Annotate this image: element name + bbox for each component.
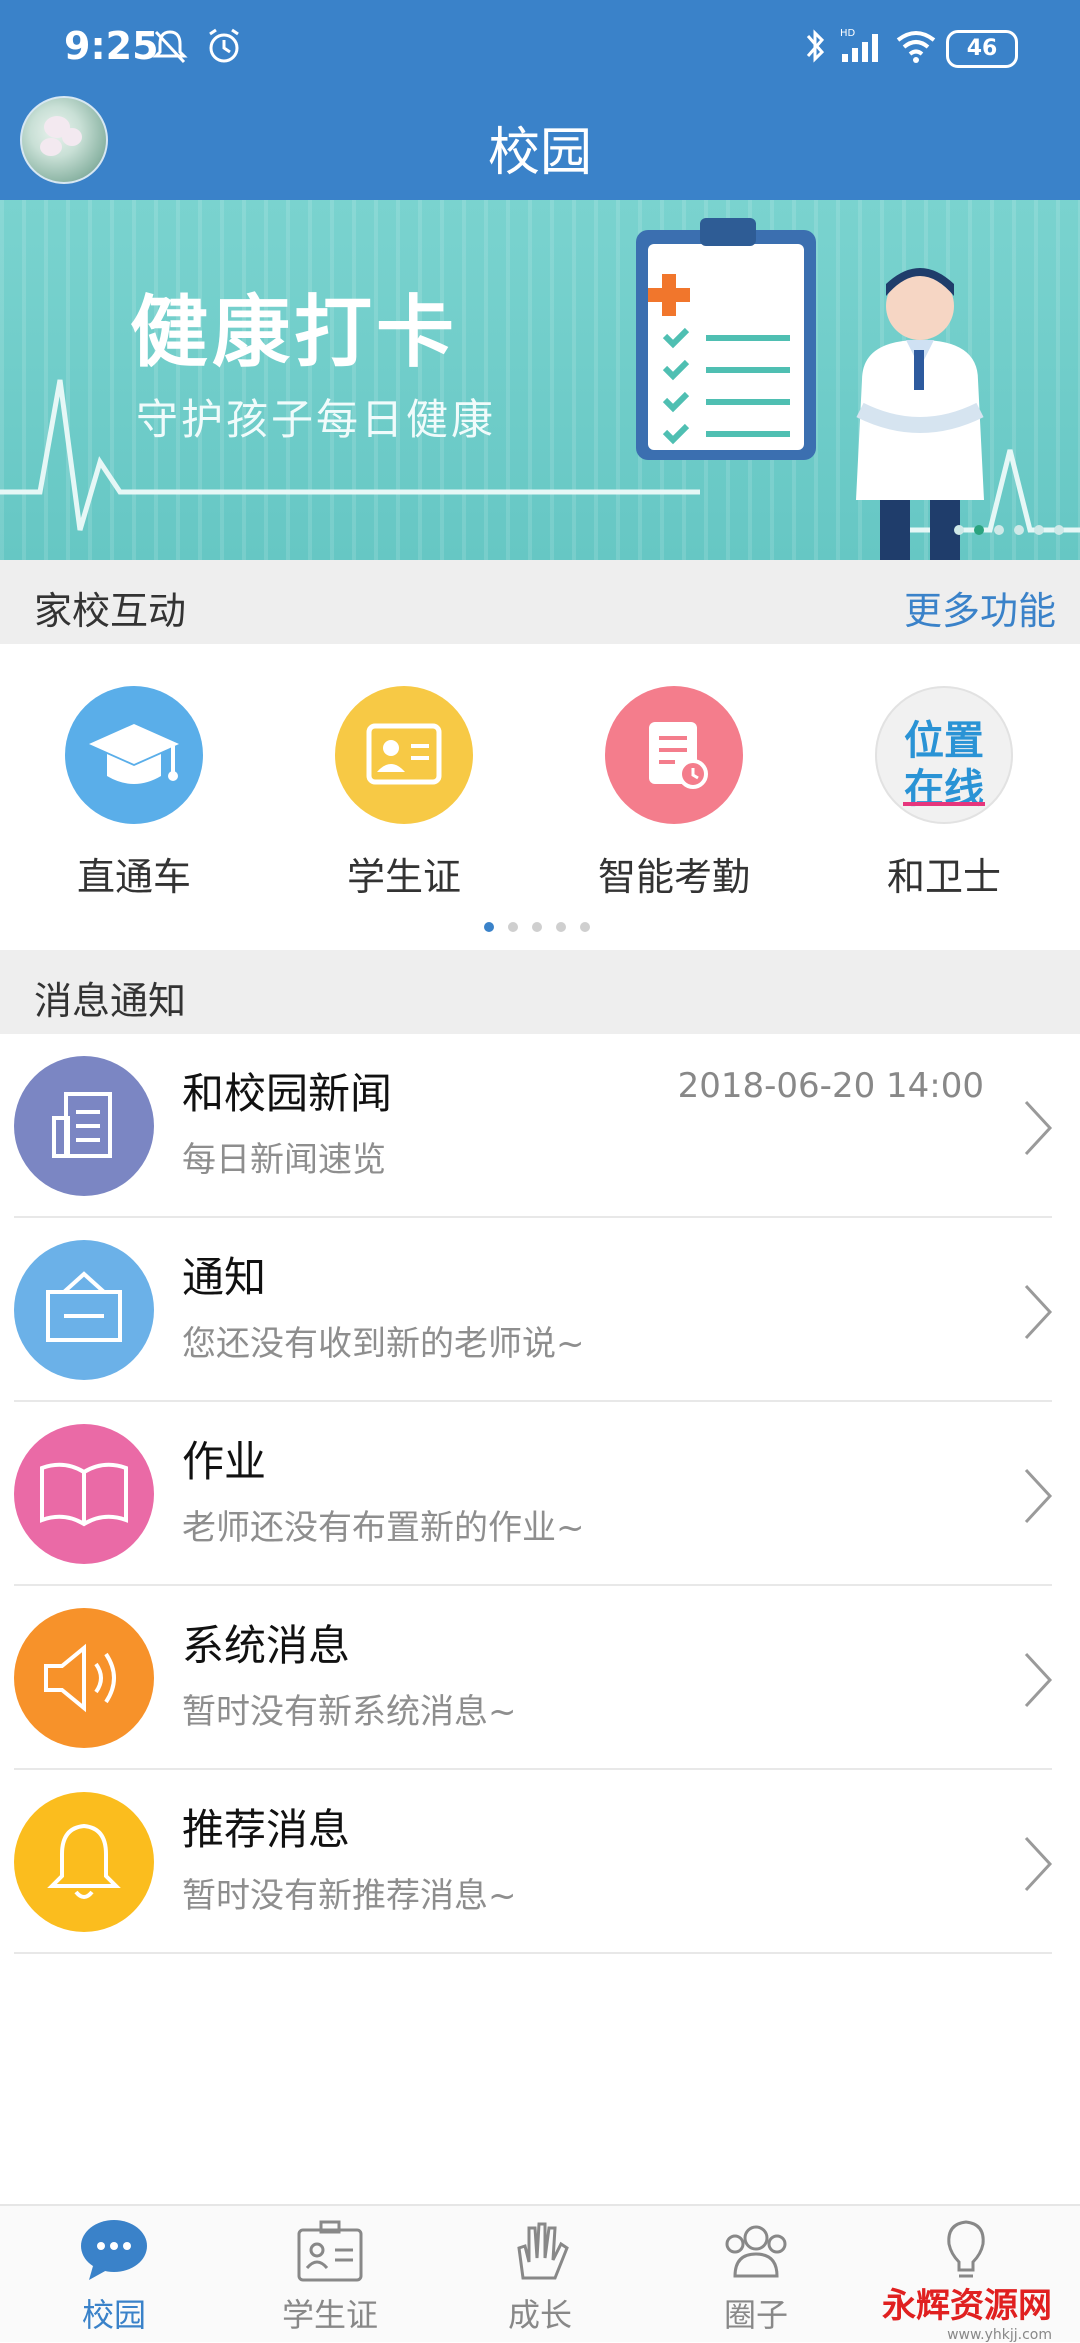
message-subtitle: 每日新闻速览 bbox=[182, 1140, 386, 1180]
health-checkin-banner[interactable]: 健康打卡 守护孩子每日健康 bbox=[0, 200, 1080, 560]
tab-circle[interactable]: 圈子 bbox=[648, 2206, 864, 2342]
tab-label: 校园 bbox=[81, 2296, 146, 2334]
watermark-text: 永辉资源网 bbox=[882, 2286, 1052, 2326]
bottom-tab-bar: 校园 学生证 成长 圈子 永辉资源网 www.yhkjj.com bbox=[0, 2204, 1080, 2343]
tab-campus[interactable]: 校园 bbox=[6, 2206, 222, 2342]
message-subtitle: 暂时没有新推荐消息~ bbox=[182, 1876, 517, 1916]
bluetooth-icon bbox=[806, 29, 825, 63]
pager-dot bbox=[580, 922, 590, 932]
app-header: 9:25 HD 46 校园 bbox=[0, 0, 1080, 200]
message-title: 系统消息 bbox=[182, 1621, 351, 1670]
function-label: 直通车 bbox=[76, 855, 191, 899]
attendance-icon bbox=[605, 686, 743, 824]
section-title: 消息通知 bbox=[34, 979, 187, 1023]
function-direct-bus[interactable]: 直通车 bbox=[24, 686, 244, 901]
page-title: 校园 bbox=[487, 123, 592, 183]
message-item-news[interactable]: 和校园新闻 2018-06-20 14:00 每日新闻速览 bbox=[0, 1034, 1080, 1218]
graduation-cap-icon bbox=[65, 686, 203, 824]
banner-pager bbox=[954, 525, 1064, 535]
message-item-recommend[interactable]: 推荐消息 暂时没有新推荐消息~ bbox=[0, 1770, 1080, 1954]
message-item-system[interactable]: 系统消息 暂时没有新系统消息~ bbox=[0, 1586, 1080, 1770]
chevron-right-icon bbox=[1024, 1836, 1053, 1892]
function-label: 智能考勤 bbox=[597, 855, 750, 899]
message-subtitle: 暂时没有新系统消息~ bbox=[182, 1692, 517, 1732]
function-student-card[interactable]: 学生证 bbox=[294, 686, 514, 901]
more-functions-link[interactable]: 更多功能 bbox=[904, 580, 1056, 635]
id-badge-icon bbox=[297, 2220, 363, 2282]
function-label: 学生证 bbox=[346, 855, 461, 899]
home-school-section-header: 家校互动 更多功能 bbox=[0, 560, 1080, 644]
pager-dot bbox=[1014, 525, 1024, 535]
message-list: 和校园新闻 2018-06-20 14:00 每日新闻速览 通知 您还没有收到新… bbox=[0, 1034, 1080, 1954]
message-time: 2018-06-20 14:00 bbox=[677, 1066, 984, 1106]
watermark-url: www.yhkjj.com bbox=[947, 2327, 1052, 2343]
message-subtitle: 您还没有收到新的老师说~ bbox=[182, 1324, 585, 1364]
pager-dot bbox=[532, 922, 542, 932]
mute-icon bbox=[152, 30, 188, 64]
message-title: 和校园新闻 bbox=[182, 1069, 393, 1118]
function-grid: 直通车 学生证 智能考勤 位置 在线 和卫士 bbox=[0, 644, 1080, 944]
svg-text:HD: HD bbox=[840, 28, 856, 39]
tab-student-card[interactable]: 学生证 bbox=[222, 2206, 438, 2342]
pager-dot bbox=[508, 922, 518, 932]
id-card-icon bbox=[335, 686, 473, 824]
chevron-right-icon bbox=[1024, 1284, 1053, 1340]
status-time: 9:25 bbox=[64, 24, 159, 68]
function-smart-attendance[interactable]: 智能考勤 bbox=[564, 686, 784, 901]
banner-title: 健康打卡 bbox=[130, 288, 459, 378]
alarm-icon bbox=[209, 28, 239, 63]
signal-icon: HD bbox=[840, 28, 878, 62]
function-label: 和卫士 bbox=[886, 855, 1001, 899]
pager-dot bbox=[1054, 525, 1064, 535]
wifi-icon bbox=[896, 31, 936, 63]
pager-dot bbox=[974, 525, 984, 535]
pager-dot bbox=[556, 922, 566, 932]
tab-label: 圈子 bbox=[723, 2296, 788, 2334]
bell-icon bbox=[14, 1792, 154, 1932]
chat-bubble-icon bbox=[81, 2220, 147, 2280]
banner-subtitle: 守护孩子每日健康 bbox=[136, 395, 497, 444]
pager-dot bbox=[484, 922, 494, 932]
location-online-logo: 位置 在线 bbox=[875, 686, 1013, 824]
function-guardian[interactable]: 位置 在线 和卫士 bbox=[834, 686, 1054, 901]
chevron-right-icon bbox=[1024, 1100, 1053, 1156]
status-bar: 9:25 HD 46 bbox=[0, 0, 1080, 90]
function-pager bbox=[484, 922, 590, 932]
message-item-notice[interactable]: 通知 您还没有收到新的老师说~ bbox=[0, 1218, 1080, 1402]
battery-indicator: 46 bbox=[946, 30, 1018, 68]
message-title: 作业 bbox=[182, 1437, 267, 1486]
section-title: 家校互动 bbox=[34, 589, 187, 633]
pager-dot bbox=[1034, 525, 1044, 535]
tab-label: 成长 bbox=[507, 2296, 572, 2334]
speaker-icon bbox=[14, 1608, 154, 1748]
message-subtitle: 老师还没有布置新的作业~ bbox=[182, 1508, 585, 1548]
message-item-homework[interactable]: 作业 老师还没有布置新的作业~ bbox=[0, 1402, 1080, 1586]
message-title: 通知 bbox=[182, 1253, 267, 1302]
chevron-right-icon bbox=[1024, 1468, 1053, 1524]
group-icon bbox=[725, 2225, 787, 2278]
tab-growth[interactable]: 成长 bbox=[432, 2206, 648, 2342]
tab-label: 学生证 bbox=[281, 2296, 378, 2334]
message-title: 推荐消息 bbox=[182, 1805, 351, 1854]
messages-section-header: 消息通知 bbox=[0, 950, 1080, 1034]
book-icon bbox=[14, 1424, 154, 1564]
news-icon bbox=[14, 1056, 154, 1196]
pager-dot bbox=[994, 525, 1004, 535]
hand-icon bbox=[517, 2222, 569, 2280]
lightbulb-icon bbox=[947, 2220, 985, 2278]
watermark-logo: 永辉资源网 www.yhkjj.com bbox=[882, 2278, 1052, 2343]
pager-dot bbox=[954, 525, 964, 535]
chevron-right-icon bbox=[1024, 1652, 1053, 1708]
notice-board-icon bbox=[14, 1240, 154, 1380]
